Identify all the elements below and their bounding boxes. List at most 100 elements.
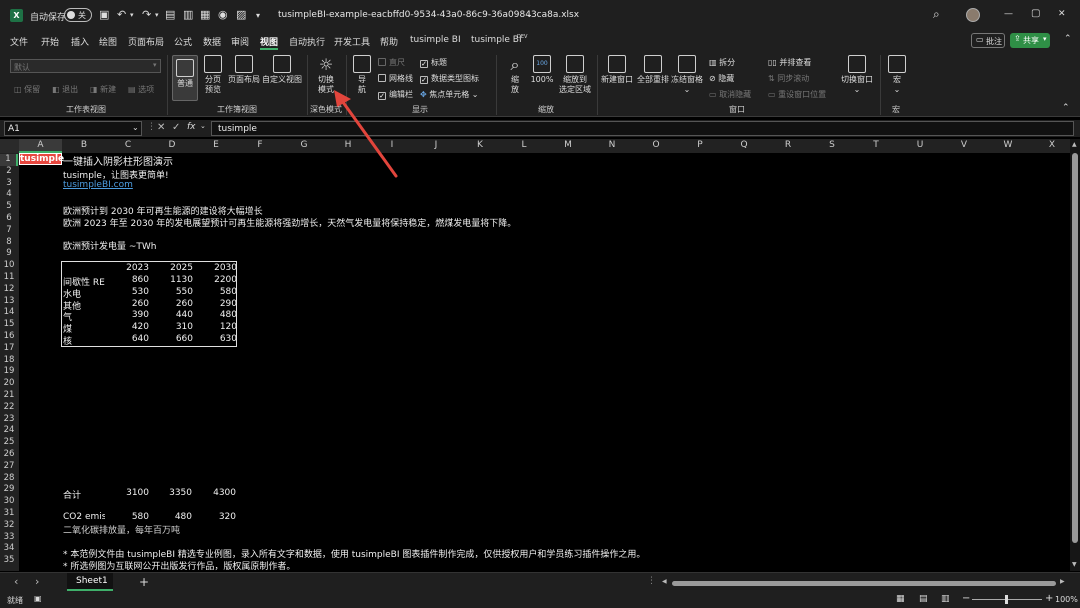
table-cell[interactable]: 260 [119,299,149,309]
comments-button[interactable]: ▭ 批注 [971,33,1005,48]
tab-automate[interactable]: 自动执行 [289,35,325,48]
column-header[interactable]: N [590,140,634,150]
tab-formulas[interactable]: 公式 [174,35,192,48]
table-cell[interactable]: 310 [163,322,193,332]
table-cell[interactable]: 420 [119,322,149,332]
column-header[interactable]: I [370,140,414,150]
undo-dropdown-icon[interactable]: ▾ [130,11,134,19]
table-cell[interactable]: 480 [207,310,237,320]
zoom-button[interactable]: ⌕ 缩 放 [503,55,527,95]
total-2030[interactable]: 4300 [206,488,236,498]
table-cell[interactable]: 550 [163,287,193,297]
table-cell[interactable]: 630 [207,334,237,344]
tab-split-handle[interactable]: ⋮ [647,576,656,586]
insert-function-button[interactable]: fx [187,122,196,132]
tab-review[interactable]: 审阅 [231,35,249,48]
row-header[interactable]: 30 [0,496,18,506]
chevron-down-icon[interactable]: ⌄ [200,122,206,130]
table-cell[interactable]: 2200 [207,275,237,285]
row-header[interactable]: 2 [0,166,18,176]
table-cell[interactable]: 260 [163,299,193,309]
table-row-label[interactable]: 核 [63,334,72,347]
select-all-button[interactable] [0,139,19,153]
column-header[interactable]: T [854,140,898,150]
normal-view-button[interactable]: 普通 [172,55,198,101]
table-header-year[interactable]: 2030 [207,263,237,273]
vertical-scroll-thumb[interactable] [1072,153,1078,543]
table-cell[interactable]: 640 [119,334,149,344]
column-header[interactable]: S [810,140,854,150]
scroll-right-icon[interactable]: ▶ [1060,578,1065,585]
collapse-ribbon-icon[interactable]: ⌃ [1062,103,1070,113]
row-header[interactable]: 5 [0,201,18,211]
avatar[interactable] [966,8,980,22]
table-header-year[interactable]: 2023 [119,263,149,273]
tab-draw[interactable]: 绘图 [99,35,117,48]
undo-icon[interactable]: ↶ [117,8,126,21]
tab-view[interactable]: 视图 [260,35,278,48]
column-header[interactable]: B [62,140,106,150]
hide-button[interactable]: ⊘ 隐藏 [709,73,734,84]
cancel-icon[interactable]: ✕ [157,122,165,133]
description[interactable]: 欧洲 2023 年至 2030 年的发电展望预计可再生能源将强劲增长，天然气发电… [63,216,516,229]
share-button[interactable]: ⇪ 共享 ▾ [1010,33,1050,48]
redo-icon[interactable]: ↷ [142,8,151,21]
row-header[interactable]: 24 [0,425,18,435]
scroll-up-icon[interactable]: ▲ [1072,141,1077,148]
column-header[interactable]: J [414,140,458,150]
tab-page-layout[interactable]: 页面布局 [128,35,164,48]
row-header[interactable]: 27 [0,461,18,471]
save-icon[interactable]: ▣ [99,8,109,21]
view-icon[interactable]: ◉ [218,8,228,21]
tab-home[interactable]: 开始 [41,35,59,48]
zoom-level[interactable]: 100% [1055,595,1078,604]
ruler-checkbox[interactable]: 直尺 [378,57,405,68]
worksheet-grid[interactable]: tusimple 一键插入阴影柱形图演示 tusimple，让图表更简单! tu… [19,153,1070,571]
freeze-panes-button[interactable]: 冻结窗格 ⌄ [670,55,704,95]
sheet-view-options-button[interactable]: ▤ 选项 [128,84,154,95]
zoom-slider[interactable] [972,595,1042,604]
next-sheet-button[interactable]: › [35,575,39,588]
row-header[interactable]: 28 [0,473,18,483]
page-break-status-icon[interactable]: ▥ [941,594,950,604]
accessibility-icon[interactable]: ▣ [34,594,42,603]
normal-view-status-icon[interactable]: ▦ [896,594,905,604]
scroll-left-icon[interactable]: ◀ [662,578,667,585]
autosave-toggle[interactable]: 关 [64,8,92,22]
image-icon[interactable]: ▨ [236,8,246,21]
row-header[interactable]: 26 [0,449,18,459]
row-header[interactable]: 13 [0,296,18,306]
table-cell[interactable]: 580 [207,287,237,297]
split-button[interactable]: ▥ 拆分 [709,57,735,68]
name-box[interactable]: A1 ⌄ [4,121,142,136]
macros-button[interactable]: 宏 ⌄ [886,55,908,95]
co2-label[interactable]: CO2 emis [63,512,105,522]
column-header[interactable]: V [942,140,986,150]
horizontal-scrollbar[interactable] [672,581,1056,586]
column-header[interactable]: U [898,140,942,150]
column-header[interactable]: E [194,140,238,150]
row-header[interactable]: 15 [0,319,18,329]
sheet-view-dropdown[interactable]: 默认 ▾ [10,59,161,73]
table-cell[interactable]: 440 [163,310,193,320]
row-header[interactable]: 18 [0,355,18,365]
total-2023[interactable]: 3100 [119,488,149,498]
column-header[interactable]: L [502,140,546,150]
data-type-icons-checkbox[interactable]: ✓ 数据类型图标 [420,73,479,84]
reset-window-position-button[interactable]: ▭ 重设窗口位置 [768,89,826,100]
row-header[interactable]: 19 [0,366,18,376]
table-cell[interactable]: 390 [119,310,149,320]
row-header[interactable]: 14 [0,307,18,317]
enter-icon[interactable]: ✓ [172,122,180,133]
table-cell[interactable]: 120 [207,322,237,332]
column-header[interactable]: A [19,139,62,153]
table-caption[interactable]: 欧洲预计发电量 ~TWh [63,239,157,252]
custom-views-button[interactable]: 自定义视图 [262,55,302,85]
tab-tusimple-bi[interactable]: tusimple BI [410,35,461,45]
switch-windows-button[interactable]: 切换窗口 ⌄ [840,55,874,95]
tab-tusimple-bi-dev[interactable]: tusimple BI [471,35,522,45]
zoom-slider-thumb[interactable] [1005,595,1008,604]
sync-scroll-button[interactable]: ⇅ 同步滚动 [768,73,809,84]
row-header[interactable]: 23 [0,414,18,424]
table-cell[interactable]: 660 [163,334,193,344]
